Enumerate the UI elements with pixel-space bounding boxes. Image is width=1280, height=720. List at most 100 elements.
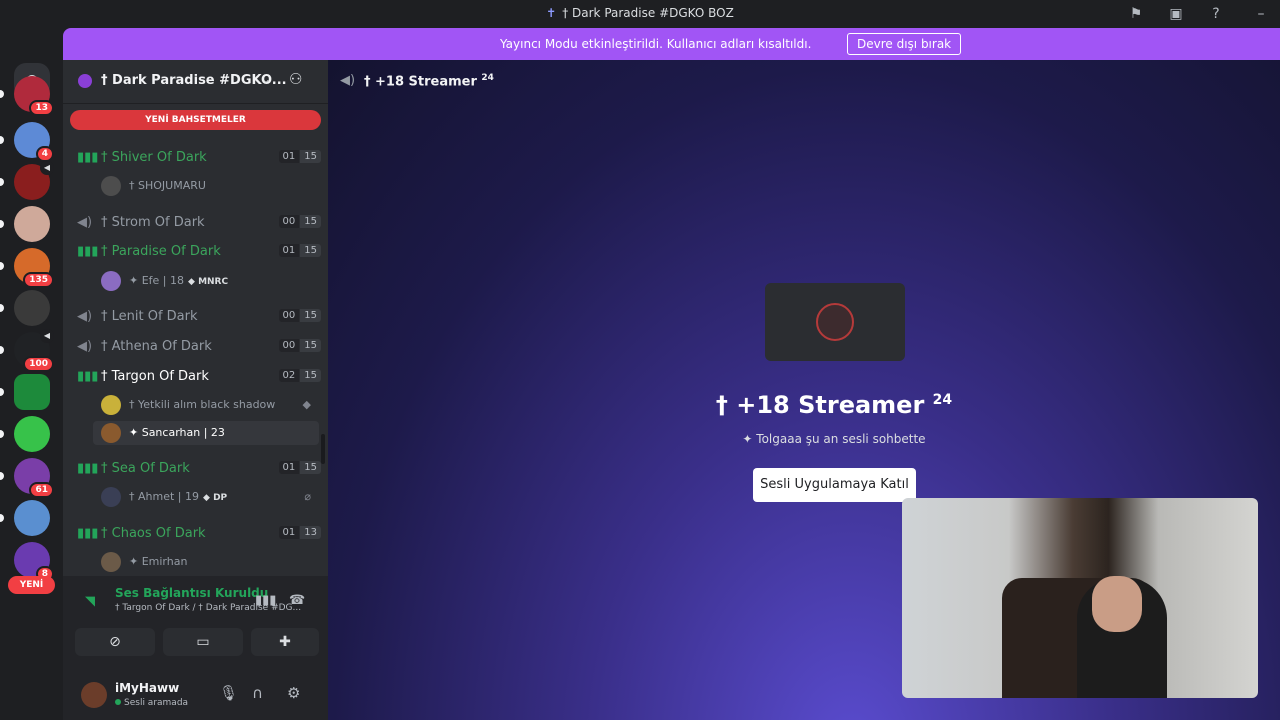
server-avatar[interactable] [0, 206, 50, 242]
speaker-icon: ◀) [77, 339, 93, 354]
member-name: ✦ Emirhan [129, 555, 188, 568]
voice-member[interactable]: ✦ Efe | 18 ◆ MNRC [93, 269, 319, 293]
server-avatar[interactable]: 135 [0, 248, 54, 288]
streaming-icon: ◆ [302, 398, 311, 411]
mention-badge: 61 [29, 482, 54, 498]
voice-member[interactable]: ✦ Sancarhan | 23 [93, 421, 319, 445]
muted-icon: ⌀ [304, 490, 311, 503]
user-count: 00 15 [278, 215, 321, 228]
channel-header: ◀) † +18 Streamer 24 [328, 60, 1280, 102]
avatar [101, 423, 121, 443]
unread-indicator [0, 514, 4, 522]
server-avatar[interactable]: 4 [0, 122, 54, 162]
channel-name: † Athena Of Dark [101, 339, 212, 354]
user-count: 01 15 [278, 461, 321, 474]
notice-text: Yayıncı Modu etkinleştirildi. Kullanıcı … [500, 37, 812, 51]
server-icon: ✝ [546, 6, 557, 20]
microphone-icon[interactable]: 🎙 [219, 684, 238, 702]
headphones-icon[interactable]: ∩ [252, 684, 263, 702]
user-panel: iMyHaww Sesli aramada 🎙 ∩ ⚙ [63, 668, 328, 720]
server-avatar[interactable]: 8 [14, 542, 54, 582]
voice-member[interactable]: † SHOJUMARU [93, 174, 319, 198]
camera-toggle-button[interactable]: ⊘ [75, 628, 155, 656]
disable-streamer-mode-button[interactable]: Devre dışı bırak [847, 33, 962, 55]
minimize-icon[interactable]: – [1250, 4, 1272, 24]
voice-member[interactable]: ✦ Emirhan [93, 550, 319, 574]
member-name: † Ahmet | 19 ◆ DP [129, 490, 228, 503]
speaker-icon: ◀ [40, 329, 54, 343]
voice-member[interactable]: † Ahmet | 19 ◆ DP ⌀ [93, 485, 319, 509]
voice-channel[interactable]: ◀) † Athena Of Dark 00 15 [71, 334, 321, 360]
member-name: † SHOJUMARU [129, 179, 206, 192]
settings-gear-icon[interactable]: ⚙ [287, 684, 300, 702]
channel-name: † Chaos Of Dark [101, 526, 206, 541]
channel-name: † Lenit Of Dark [101, 309, 198, 324]
voice-channel-view: ◀) † +18 Streamer 24 † +18 Streamer 24 ✦… [328, 60, 1280, 720]
avatar [101, 395, 121, 415]
activities-button[interactable]: ✚ [251, 628, 319, 656]
window-title: ✝ † Dark Paradise #DGKO BOZ [546, 6, 734, 20]
avatar [101, 552, 121, 572]
voice-channel[interactable]: ▮▮▮ † Chaos Of Dark 01 13 [71, 521, 321, 547]
server-avatar[interactable]: ◀ [0, 161, 54, 200]
help-icon[interactable]: ? [1205, 4, 1227, 24]
voice-channel[interactable]: ◀) † Strom Of Dark 00 15 [71, 210, 321, 236]
speaker-icon: ◀) [77, 215, 93, 230]
voice-channel[interactable]: ▮▮▮ † Paradise Of Dark 01 15 [71, 239, 321, 265]
server-header[interactable]: † Dark Paradise #DGKO... ⌄ ⚇ [63, 60, 328, 104]
disconnect-icon[interactable]: ☎ [289, 593, 305, 608]
voice-channel[interactable]: ▮▮▮ † Targon Of Dark 02 15 [71, 364, 321, 390]
activities-icon: ✚ [279, 634, 291, 650]
server-avatar[interactable] [0, 500, 50, 536]
webcam-head [1092, 576, 1142, 632]
avatar [101, 271, 121, 291]
voice-active-icon: ▮▮▮ [77, 244, 99, 259]
signal-icon[interactable]: ◥ [85, 594, 95, 609]
channel-big-title: † +18 Streamer 24 [715, 391, 953, 419]
flag-icon[interactable]: ⚑ [1125, 4, 1147, 24]
noise-suppression-icon[interactable]: ▮▮▮ [255, 593, 276, 608]
mention-badge: 135 [23, 272, 54, 288]
server-list: ◉ 13 4 ◀ 135 ◀100 61 8 YENİ [0, 28, 63, 720]
voice-channel[interactable]: ◀) † Lenit Of Dark 00 15 [71, 304, 321, 330]
channel-name: † Strom Of Dark [101, 215, 205, 230]
unread-indicator [0, 178, 4, 186]
participant-tile[interactable] [765, 283, 905, 361]
user-count: 00 15 [278, 309, 321, 322]
voice-status[interactable]: Ses Bağlantısı Kuruldu [115, 586, 268, 600]
server-avatar[interactable] [0, 416, 50, 452]
channel-name: † Paradise Of Dark [101, 244, 221, 259]
new-servers-pill[interactable]: YENİ [8, 576, 55, 594]
server-avatar[interactable] [0, 290, 50, 326]
member-name: † Yetkili alım black shadow [129, 398, 276, 411]
user-count: 01 15 [278, 244, 321, 257]
voice-active-icon: ▮▮▮ [77, 150, 99, 165]
screen-share-icon: ▭ [196, 634, 210, 650]
channel-sidebar: † Dark Paradise #DGKO... ⌄ ⚇ YENİ BAHSET… [63, 60, 328, 720]
username[interactable]: iMyHaww [115, 681, 179, 695]
server-avatar[interactable]: 61 [0, 458, 54, 498]
user-count: 01 15 [278, 150, 321, 163]
user-status: Sesli aramada [115, 698, 188, 708]
channel-list-scrollbar[interactable] [321, 434, 325, 464]
new-mentions-bar[interactable]: YENİ BAHSETMELER [70, 110, 321, 130]
voice-member[interactable]: † Yetkili alım black shadow ◆ [93, 393, 319, 417]
join-voice-button[interactable]: Sesli Uygulamaya Katıl [753, 468, 916, 502]
user-count: 00 15 [278, 339, 321, 352]
server-avatar[interactable]: ◀ 100 [0, 329, 54, 372]
unread-indicator [0, 430, 4, 438]
channel-name: † Sea Of Dark [101, 461, 190, 476]
voice-channel[interactable]: ▮▮▮ † Shiver Of Dark 01 15 [71, 145, 321, 171]
server-avatar[interactable] [0, 374, 50, 410]
member-name: ✦ Efe | 18 ◆ MNRC [129, 274, 229, 287]
avatar[interactable] [81, 682, 107, 708]
invite-people-icon[interactable]: ⚇ [289, 70, 302, 88]
webcam-overlay [902, 498, 1258, 698]
unread-indicator [0, 136, 4, 144]
unread-indicator [0, 304, 4, 312]
voice-channel[interactable]: ▮▮▮ † Sea Of Dark 01 15 [71, 456, 321, 482]
screen-share-button[interactable]: ▭ [163, 628, 243, 656]
voice-active-icon: ▮▮▮ [77, 369, 99, 384]
server-avatar[interactable]: 13 [0, 76, 54, 116]
inbox-icon[interactable]: ▣ [1165, 4, 1187, 24]
